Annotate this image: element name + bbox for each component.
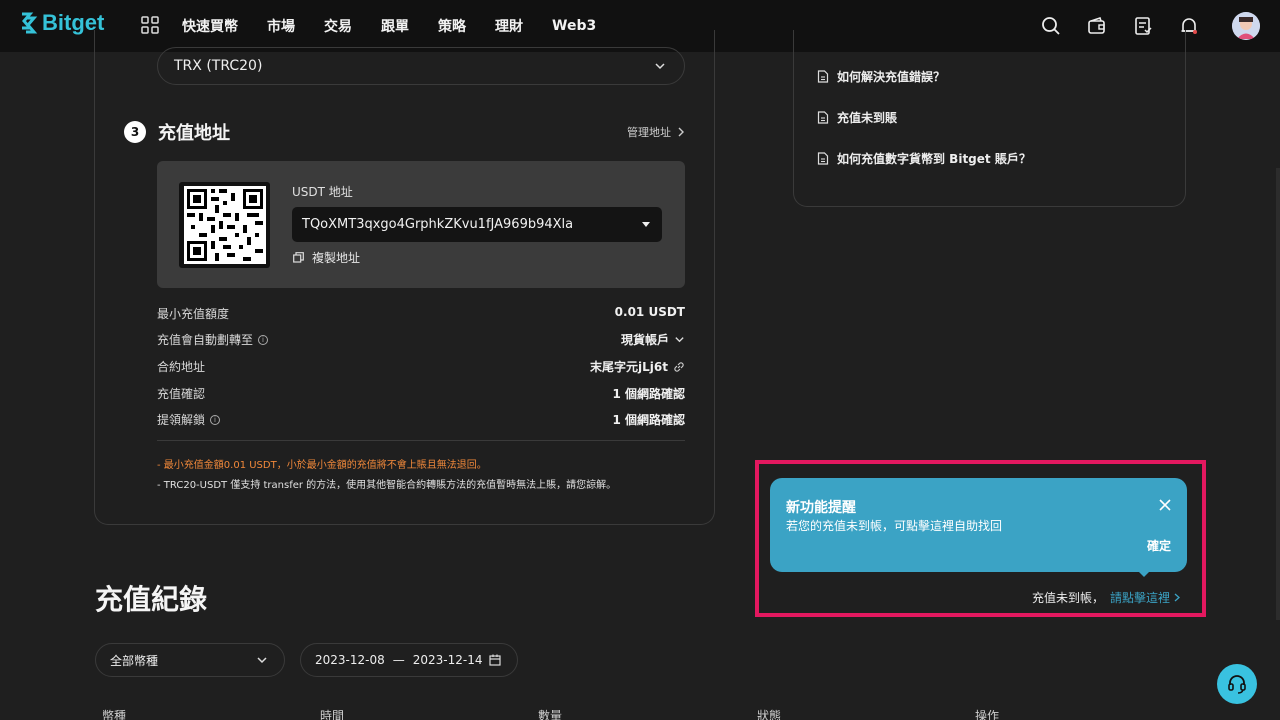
column-header-status: 狀態 <box>757 707 781 720</box>
copy-icon <box>293 252 304 263</box>
user-avatar[interactable] <box>1232 12 1260 40</box>
close-icon[interactable] <box>1159 496 1171 515</box>
trc20-note: - TRC20-USDT 僅支持 transfer 的方法，使用其他智能合約轉賬… <box>157 476 616 491</box>
chevron-down-icon <box>654 60 666 72</box>
faq-item-label: 如何解決充值錯誤？ <box>837 68 945 85</box>
faq-item[interactable]: 如何解決充值錯誤？ <box>817 68 945 85</box>
copy-address-label: 複製地址 <box>312 249 360 266</box>
headset-icon <box>1226 673 1248 695</box>
info-row-contract-address: 合約地址 末尾字元jLj6t <box>157 358 685 378</box>
chevron-right-icon <box>677 127 685 137</box>
chevron-down-icon <box>674 334 685 345</box>
info-value: 現貨帳戶 <box>621 331 669 348</box>
click-here-link[interactable]: 請點擊這裡 <box>1110 589 1180 606</box>
info-row-auto-transfer: 充值會自動劃轉至 i 現貨帳戶 <box>157 331 685 351</box>
info-row-deposit-confirmation: 充值確認 1 個網路確認 <box>157 385 685 405</box>
document-icon <box>817 111 829 124</box>
network-select[interactable]: TRX (TRC20) <box>157 47 685 85</box>
chevron-down-icon <box>256 654 268 666</box>
document-icon <box>817 152 829 165</box>
info-value: 1 個網路確認 <box>612 411 685 428</box>
faq-item[interactable]: 充值未到賬 <box>817 109 897 126</box>
account-select[interactable]: 現貨帳戶 <box>621 331 685 348</box>
info-label: 最小充值額度 <box>157 305 229 322</box>
date-start: 2023-12-08 <box>315 653 385 667</box>
address-field[interactable]: TQoXMT3qxgo4GrphkZKvu1fJA969b94Xla <box>292 207 662 242</box>
coin-filter-select[interactable]: 全部幣種 <box>95 643 285 677</box>
info-icon[interactable]: i <box>210 415 220 425</box>
faq-item-label: 充值未到賬 <box>837 109 897 126</box>
customer-support-button[interactable] <box>1217 664 1257 704</box>
min-deposit-warning: - 最小充值金額0.01 USDT，小於最小金額的充值將不會上賬且無法退回。 <box>157 456 487 471</box>
calendar-icon <box>489 654 501 666</box>
popup-title: 新功能提醒 <box>786 497 856 517</box>
qr-code <box>179 182 270 268</box>
date-range-picker[interactable]: 2023-12-08 — 2023-12-14 <box>300 643 518 677</box>
address-value: TQoXMT3qxgo4GrphkZKvu1fJA969b94Xla <box>302 217 573 232</box>
coin-filter-value: 全部幣種 <box>110 652 158 669</box>
hint-link-label: 請點擊這裡 <box>1110 589 1170 606</box>
info-value: 0.01 USDT <box>615 305 685 319</box>
info-row-withdraw-unlock: 提領解鎖 i 1 個網路確認 <box>157 411 685 431</box>
copy-address-button[interactable]: 複製地址 <box>293 249 360 266</box>
step-number: 3 <box>124 121 146 143</box>
hint-text: 充值未到帳， <box>1032 589 1104 606</box>
address-label: USDT 地址 <box>292 183 353 200</box>
column-header-action: 操作 <box>975 707 999 720</box>
bitget-logo-icon <box>18 12 38 34</box>
scrollbar[interactable] <box>1276 168 1280 620</box>
info-value: 1 個網路確認 <box>612 385 685 402</box>
date-separator: — <box>393 653 405 667</box>
popup-confirm-button[interactable]: 確定 <box>1147 537 1171 554</box>
faq-item[interactable]: 如何充值數字貨幣到 Bitget 賬戶？ <box>817 150 1031 167</box>
info-label: 充值會自動劃轉至 <box>157 331 253 348</box>
info-row-min-deposit: 最小充值額度 0.01 USDT <box>157 305 685 325</box>
column-header-amount: 數量 <box>538 707 562 720</box>
records-title: 充值紀錄 <box>95 578 207 618</box>
manage-address-link[interactable]: 管理地址 <box>627 124 685 140</box>
undeposited-hint: 充值未到帳， 請點擊這裡 <box>1032 589 1180 606</box>
manage-address-label: 管理地址 <box>627 124 671 140</box>
new-feature-popup: 新功能提醒 若您的充值未到帳，可點擊這裡自助找回 確定 <box>770 478 1187 572</box>
column-header-coin: 幣種 <box>102 707 126 720</box>
faq-item-label: 如何充值數字貨幣到 Bitget 賬戶？ <box>837 150 1031 167</box>
popup-body: 若您的充值未到帳，可點擊這裡自助找回 <box>786 517 1002 534</box>
info-label: 合約地址 <box>157 358 205 375</box>
step-title: 充值地址 <box>158 119 230 145</box>
popup-pointer <box>1138 571 1150 577</box>
column-header-time: 時間 <box>320 707 344 720</box>
document-icon <box>817 70 829 83</box>
bitget-logo[interactable]: Bitget <box>18 10 104 36</box>
link-icon[interactable] <box>673 361 685 373</box>
date-end: 2023-12-14 <box>413 653 483 667</box>
caret-down-icon <box>642 222 650 227</box>
divider <box>157 440 685 441</box>
network-value: TRX (TRC20) <box>174 58 262 74</box>
qr-code-image <box>184 186 266 264</box>
info-icon[interactable]: i <box>258 335 268 345</box>
info-label: 充值確認 <box>157 385 205 402</box>
info-label: 提領解鎖 <box>157 411 205 428</box>
info-value: 末尾字元jLj6t <box>590 358 668 375</box>
chevron-right-icon <box>1174 593 1180 602</box>
